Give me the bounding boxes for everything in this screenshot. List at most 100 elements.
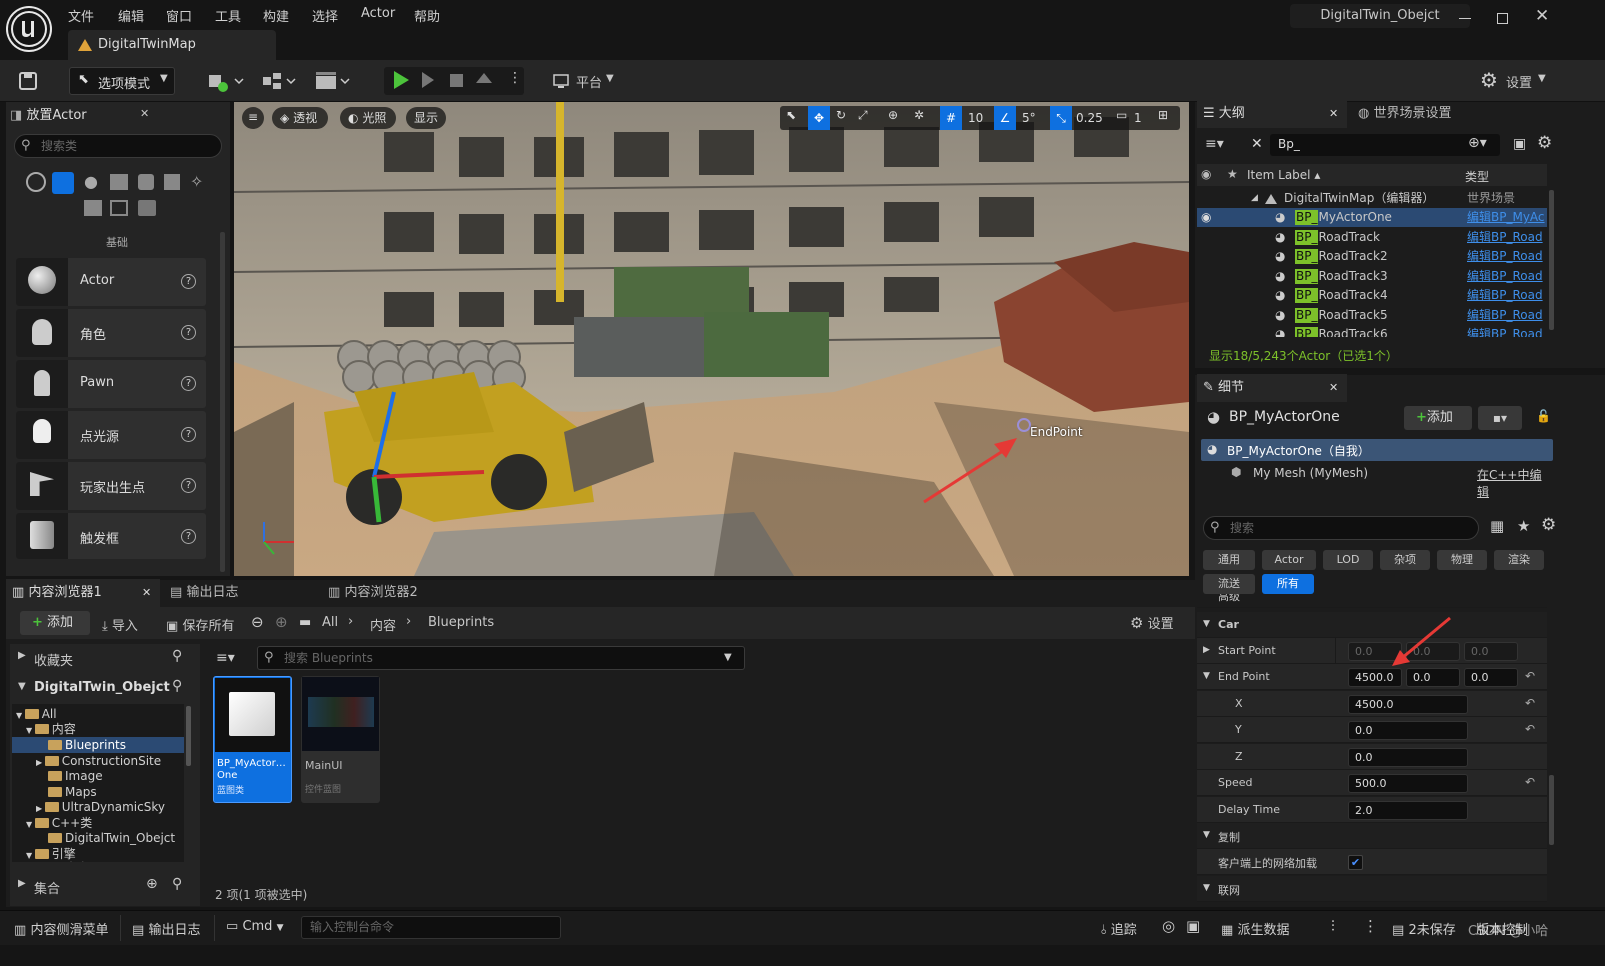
- visual-effects-icon[interactable]: [138, 174, 154, 190]
- close-tab-icon[interactable]: ✕: [1329, 374, 1338, 402]
- record-icon[interactable]: ◎: [1162, 917, 1175, 935]
- reset-icon[interactable]: ↶: [1525, 696, 1535, 710]
- settings-button[interactable]: ⚙ 设置 ▼: [1480, 67, 1550, 95]
- expand-icon[interactable]: ◢: [1251, 189, 1258, 208]
- menu-actor[interactable]: Actor: [361, 6, 395, 21]
- section-car[interactable]: ▼ Car: [1197, 612, 1547, 638]
- reset-icon[interactable]: ↶: [1525, 722, 1535, 736]
- actor-item-character[interactable]: 角色 ?: [16, 309, 206, 357]
- row-type-link[interactable]: 编辑BP_MyAc: [1467, 208, 1545, 227]
- add-actor-button[interactable]: [205, 67, 245, 95]
- forward-icon[interactable]: ⊕: [275, 613, 288, 631]
- shapes-icon[interactable]: [110, 200, 128, 216]
- favorite-icon[interactable]: ★: [1517, 517, 1530, 535]
- cb-settings-button[interactable]: ⚙ 设置: [1130, 613, 1174, 632]
- filter-physics[interactable]: 物理: [1437, 550, 1487, 570]
- start-point-z[interactable]: 0.0: [1464, 642, 1518, 661]
- help-icon[interactable]: ?: [181, 376, 196, 391]
- minimize-icon[interactable]: [1459, 18, 1471, 19]
- tree-item-image[interactable]: Image: [48, 768, 103, 784]
- details-search-input[interactable]: ⚲ 搜索: [1203, 516, 1479, 540]
- search-icon[interactable]: ⚲: [172, 648, 182, 664]
- outliner-tab[interactable]: ☰ 大纲 ✕: [1197, 100, 1347, 128]
- favorites-header[interactable]: ▶ 收藏夹 ⚲: [10, 648, 200, 670]
- blueprint-options-button[interactable]: ▪▾: [1478, 406, 1522, 430]
- gear-icon[interactable]: ⚙: [1541, 515, 1556, 535]
- search-icon[interactable]: ⚲: [172, 876, 182, 892]
- rotation-snap-value[interactable]: 5°: [1022, 111, 1036, 125]
- perspective-button[interactable]: ◈ 透视: [272, 107, 328, 129]
- outliner-row-selected[interactable]: ◉ ◕ BP_MyActorOne 编辑BP_MyAc: [1197, 208, 1547, 227]
- section-replication[interactable]: ▼ 复制: [1197, 823, 1547, 849]
- tree-item-ultradynamicsky[interactable]: ▶ UltraDynamicSky: [36, 799, 165, 815]
- geometry-icon[interactable]: [164, 174, 180, 190]
- close-tab-icon[interactable]: ✕: [1329, 100, 1338, 128]
- scale-snap-icon[interactable]: ⤡: [1050, 106, 1072, 130]
- show-button[interactable]: 显示: [406, 107, 446, 129]
- breadcrumb-all[interactable]: All: [322, 615, 338, 630]
- actor-item-trigger-box[interactable]: 触发框 ?: [16, 513, 206, 559]
- end-point-x-field[interactable]: 4500.0: [1348, 695, 1468, 714]
- help-icon[interactable]: ?: [181, 529, 196, 544]
- cb-add-button[interactable]: + 添加: [20, 611, 90, 635]
- content-browser-tab-1[interactable]: ▥ 内容浏览器1 ✕: [6, 579, 160, 607]
- table-view-icon[interactable]: ▦: [1490, 517, 1504, 535]
- network-icon[interactable]: ⫶: [1331, 917, 1335, 935]
- landscape-icon[interactable]: [138, 200, 156, 216]
- screenshot-icon[interactable]: ▣: [1186, 917, 1200, 935]
- speed-field[interactable]: 500.0: [1348, 774, 1468, 793]
- step-icon[interactable]: [422, 72, 434, 88]
- asset-tile-mainui[interactable]: MainUI 控件蓝图: [301, 676, 380, 803]
- move-icon[interactable]: ✥: [808, 106, 830, 130]
- cb-save-all-button[interactable]: ▣ 保存所有: [166, 615, 234, 634]
- tree-item-content[interactable]: ▼ 内容: [26, 721, 76, 737]
- outliner-row[interactable]: ◕ BP_RoadTrack3 编辑BP_Road: [1197, 267, 1547, 286]
- visibility-icon[interactable]: ◉: [1201, 167, 1211, 181]
- asset-search-input[interactable]: ⚲ 搜索 Blueprints ▼: [257, 646, 745, 670]
- column-item-label[interactable]: Item Label ▴: [1247, 168, 1320, 182]
- console-input[interactable]: 输入控制台命令: [301, 916, 561, 939]
- project-header[interactable]: ▼ DigitalTwin_Obejct ⚲: [10, 678, 200, 700]
- outliner-row[interactable]: ◕ BP_RoadTrack 编辑BP_Road: [1197, 228, 1547, 247]
- camera-speed-value[interactable]: 1: [1134, 111, 1142, 125]
- help-icon[interactable]: ?: [181, 427, 196, 442]
- row-type-link[interactable]: 编辑BP_Road: [1467, 228, 1543, 247]
- scrollbar[interactable]: [220, 232, 225, 572]
- tree-item-maps[interactable]: Maps: [48, 784, 97, 800]
- filter-actor[interactable]: Actor: [1262, 550, 1316, 570]
- cinematics-button[interactable]: [313, 67, 353, 95]
- add-folder-icon[interactable]: ▣: [1513, 136, 1526, 152]
- actor-item-pawn[interactable]: Pawn ?: [16, 360, 206, 408]
- tree-scrollbar[interactable]: [186, 706, 191, 766]
- save-icon[interactable]: [16, 67, 40, 95]
- tree-item-engine-content[interactable]: 内容: [48, 860, 89, 862]
- help-icon[interactable]: ?: [181, 325, 196, 340]
- output-log-tab[interactable]: ▤ 输出日志: [170, 579, 290, 607]
- outliner-row[interactable]: ◕ BP_RoadTrack2 编辑BP_Road: [1197, 247, 1547, 266]
- tree-item-all[interactable]: ▼ All: [16, 706, 57, 722]
- filter-rendering[interactable]: 渲染: [1494, 550, 1544, 570]
- reset-icon[interactable]: ↶: [1525, 775, 1535, 789]
- lights-icon[interactable]: ●: [84, 172, 98, 191]
- level-viewport[interactable]: EndPoint ≡ ◈ 透视 ◐ 光照 显示 ⬉ ✥ ↻ ⤢ ⊕ ✲ # 10…: [234, 102, 1189, 576]
- section-networking[interactable]: ▼ 联网: [1197, 876, 1547, 902]
- reset-icon[interactable]: ↶: [1525, 669, 1535, 683]
- scale-icon[interactable]: ⤢: [858, 108, 868, 123]
- output-log-button[interactable]: ▤ 输出日志: [132, 919, 200, 938]
- menu-file[interactable]: 文件: [68, 6, 94, 25]
- gear-icon[interactable]: ⚙: [1537, 133, 1552, 153]
- end-point-y-field[interactable]: 0.0: [1348, 721, 1468, 740]
- rotate-icon[interactable]: ↻: [836, 108, 846, 122]
- content-browser-tab-2[interactable]: ▥ 内容浏览器2: [328, 579, 468, 607]
- menu-window[interactable]: 窗口: [166, 6, 192, 25]
- outliner-root-row[interactable]: ◢ DigitalTwinMap（编辑器） 世界场景: [1197, 189, 1547, 208]
- recent-icon[interactable]: [26, 172, 46, 192]
- trace-button[interactable]: ⫰ 追踪: [1101, 919, 1137, 938]
- cmd-selector[interactable]: ▭ Cmd ▼: [226, 919, 284, 934]
- tree-item-cpp-classes[interactable]: ▼ C++类: [26, 815, 92, 831]
- select-icon[interactable]: ⬉: [786, 108, 796, 122]
- filter-misc[interactable]: 杂项: [1380, 550, 1430, 570]
- more-icon[interactable]: ⋮: [1363, 917, 1378, 935]
- lighting-button[interactable]: ◐ 光照: [340, 107, 396, 129]
- actor-item-actor[interactable]: Actor ?: [16, 258, 206, 306]
